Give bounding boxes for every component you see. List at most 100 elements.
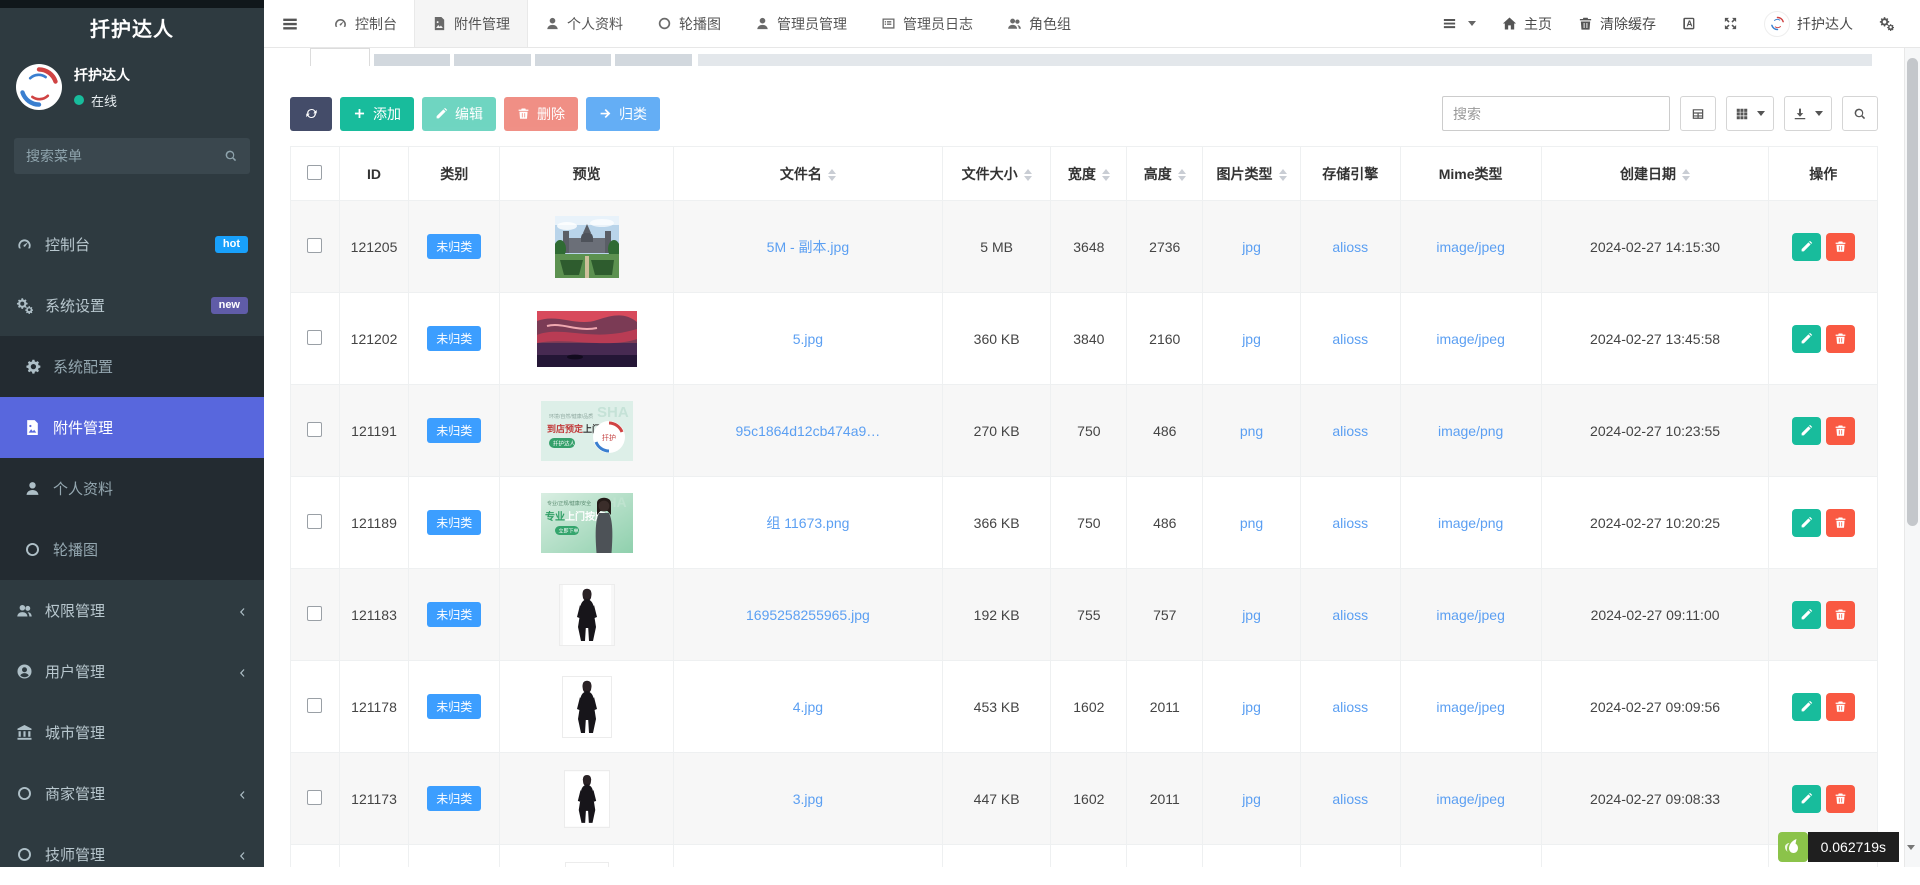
category-badge[interactable]: 未归类	[427, 326, 481, 351]
row-checkbox[interactable]	[307, 698, 322, 713]
row-checkbox[interactable]	[307, 238, 322, 253]
filename-link[interactable]: 95c1864d12cb474a9…	[736, 423, 881, 439]
row-delete-button[interactable]	[1826, 417, 1855, 445]
sidebar-toggle-button[interactable]	[264, 0, 316, 47]
hidden-tab[interactable]	[454, 54, 531, 66]
mimetype-link[interactable]: image/jpeg	[1436, 699, 1505, 715]
row-edit-button[interactable]	[1792, 233, 1821, 261]
delete-button[interactable]: 删除	[504, 97, 578, 131]
classify-button[interactable]: 归类	[586, 97, 660, 131]
imagetype-link[interactable]: png	[1240, 423, 1263, 439]
row-delete-button[interactable]	[1826, 601, 1855, 629]
refresh-button[interactable]	[290, 97, 332, 131]
imagetype-link[interactable]: jpg	[1242, 791, 1261, 807]
mimetype-link[interactable]: image/png	[1438, 515, 1503, 531]
row-checkbox[interactable]	[307, 330, 322, 345]
export-dropdown-button[interactable]	[1784, 96, 1832, 131]
sidebar-item-profile[interactable]: 个人资料	[0, 458, 264, 519]
row-checkbox[interactable]	[307, 514, 322, 529]
mimetype-link[interactable]: image/jpeg	[1436, 607, 1505, 623]
sidebar-item-carousel[interactable]: 轮播图	[0, 519, 264, 580]
imagetype-link[interactable]: jpg	[1242, 699, 1261, 715]
mimetype-link[interactable]: image/jpeg	[1436, 331, 1505, 347]
clear-cache-button[interactable]: 清除缓存	[1578, 14, 1656, 34]
imagetype-link[interactable]: png	[1240, 515, 1263, 531]
mimetype-link[interactable]: image/png	[1438, 423, 1503, 439]
col-createdate[interactable]: 创建日期	[1541, 147, 1769, 201]
storage-link[interactable]: alioss	[1332, 515, 1368, 531]
tab-list-dropdown[interactable]	[1442, 16, 1476, 31]
row-delete-button[interactable]	[1826, 693, 1855, 721]
add-button[interactable]: 添加	[340, 97, 414, 131]
mimetype-link[interactable]: image/jpeg	[1436, 239, 1505, 255]
select-all-header[interactable]	[291, 147, 340, 201]
tab-role-group[interactable]: 角色组	[990, 0, 1088, 47]
category-badge[interactable]: 未归类	[427, 418, 481, 443]
category-badge[interactable]: 未归类	[427, 694, 481, 719]
storage-link[interactable]: alioss	[1332, 331, 1368, 347]
hidden-tab[interactable]	[615, 54, 692, 66]
trace-toggle[interactable]: 0.062719s	[1778, 832, 1915, 862]
col-filesize[interactable]: 文件大小	[942, 147, 1050, 201]
row-checkbox[interactable]	[307, 606, 322, 621]
home-button[interactable]: 主页	[1502, 14, 1552, 34]
imagetype-link[interactable]: jpg	[1242, 331, 1261, 347]
hidden-tab-active[interactable]	[310, 48, 370, 66]
row-edit-button[interactable]	[1792, 785, 1821, 813]
storage-link[interactable]: alioss	[1332, 699, 1368, 715]
sidebar-item-permissions[interactable]: 权限管理	[0, 580, 264, 641]
row-delete-button[interactable]	[1826, 233, 1855, 261]
row-edit-button[interactable]	[1792, 325, 1821, 353]
storage-link[interactable]: alioss	[1332, 791, 1368, 807]
row-checkbox[interactable]	[307, 422, 322, 437]
avatar[interactable]	[16, 64, 62, 110]
filename-link[interactable]: 组 11673.png	[766, 515, 849, 531]
storage-link[interactable]: alioss	[1332, 607, 1368, 623]
vertical-scrollbar[interactable]	[1904, 48, 1920, 867]
col-imagetype[interactable]: 图片类型	[1203, 147, 1301, 201]
language-button[interactable]	[1682, 16, 1697, 31]
sidebar-item-system-settings[interactable]: 系统设置 new	[0, 275, 264, 336]
sidebar-item-technician-management[interactable]: 技师管理	[0, 824, 264, 885]
category-badge[interactable]: 未归类	[427, 602, 481, 627]
category-badge[interactable]: 未归类	[427, 234, 481, 259]
filename-link[interactable]: 1695258255965.jpg	[746, 607, 870, 623]
preview-image[interactable]	[500, 862, 673, 868]
fullscreen-button[interactable]	[1723, 16, 1738, 31]
category-badge[interactable]: 未归类	[427, 510, 481, 535]
profile-menu[interactable]: 扦护达人	[1764, 11, 1853, 37]
preview-image[interactable]	[500, 311, 673, 367]
table-search-input[interactable]	[1442, 96, 1670, 131]
tab-carousel[interactable]: 轮播图	[640, 0, 738, 47]
storage-link[interactable]: alioss	[1332, 423, 1368, 439]
col-filename[interactable]: 文件名	[673, 147, 942, 201]
menu-search[interactable]	[14, 138, 250, 174]
row-delete-button[interactable]	[1826, 325, 1855, 353]
row-edit-button[interactable]	[1792, 509, 1821, 537]
tab-attachments[interactable]: 附件管理	[414, 0, 528, 47]
sidebar-item-merchant-management[interactable]: 商家管理	[0, 763, 264, 824]
tab-admin-management[interactable]: 管理员管理	[738, 0, 864, 47]
filename-link[interactable]: 5M - 副本.jpg	[767, 239, 849, 255]
category-badge[interactable]: 未归类	[427, 786, 481, 811]
columns-dropdown-button[interactable]	[1726, 96, 1774, 131]
preview-image[interactable]	[500, 676, 673, 738]
tab-dashboard[interactable]: 控制台	[316, 0, 414, 47]
imagetype-link[interactable]: jpg	[1242, 607, 1261, 623]
row-edit-button[interactable]	[1792, 417, 1821, 445]
preview-image[interactable]: SHA专业/正规/健康/安全专业上门按摩立即下单	[500, 493, 673, 553]
sidebar-item-system-config[interactable]: 系统配置	[0, 336, 264, 397]
row-checkbox[interactable]	[307, 790, 322, 805]
sidebar-item-city-management[interactable]: 城市管理	[0, 702, 264, 763]
edit-button[interactable]: 编辑	[422, 97, 496, 131]
row-delete-button[interactable]	[1826, 509, 1855, 537]
search-button[interactable]	[1842, 96, 1878, 131]
preview-image[interactable]	[500, 770, 673, 828]
tab-admin-log[interactable]: 管理员日志	[864, 0, 990, 47]
select-all-checkbox[interactable]	[307, 165, 322, 180]
sidebar-item-dashboard[interactable]: 控制台 hot	[0, 214, 264, 275]
col-width[interactable]: 宽度	[1051, 147, 1127, 201]
filename-link[interactable]: 4.jpg	[793, 699, 823, 715]
scrollbar-thumb[interactable]	[1907, 58, 1918, 526]
imagetype-link[interactable]: jpg	[1242, 239, 1261, 255]
